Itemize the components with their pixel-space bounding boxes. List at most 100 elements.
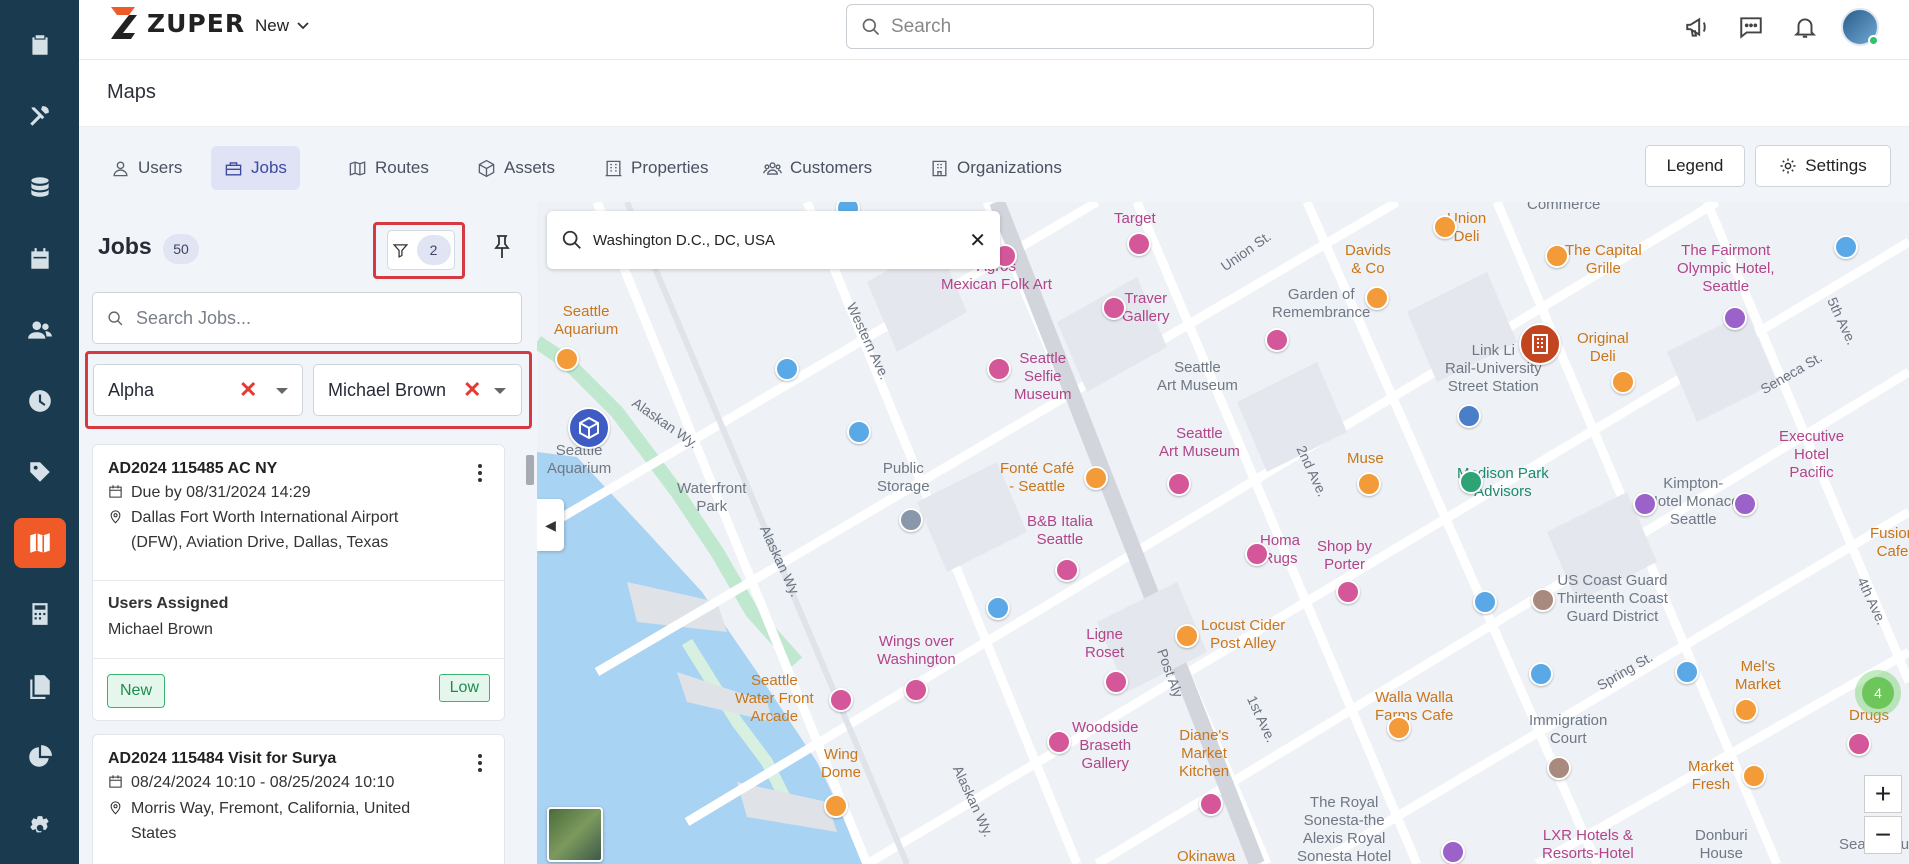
clear-location-icon[interactable]: ✕	[969, 228, 986, 253]
sidebar-item-invoices[interactable]	[14, 589, 66, 639]
poi-marker[interactable]	[1734, 698, 1758, 722]
poi-marker[interactable]	[1245, 542, 1269, 566]
map-label: Target	[1114, 210, 1156, 227]
cube-icon	[478, 159, 495, 177]
poi-marker[interactable]	[1733, 492, 1757, 516]
sidebar-item-schedule[interactable]	[14, 234, 66, 284]
legend-button-label: Legend	[1666, 156, 1724, 175]
poi-marker[interactable]	[1336, 580, 1360, 604]
poi-marker[interactable]	[1265, 328, 1289, 352]
poi-marker[interactable]	[1433, 215, 1457, 239]
poi-marker[interactable]	[555, 347, 579, 371]
user-filter-dropdown[interactable]: Michael Brown ✕	[313, 364, 522, 416]
poi-marker[interactable]	[1457, 404, 1481, 428]
chat-button[interactable]	[1733, 9, 1769, 45]
poi-marker[interactable]	[1531, 588, 1555, 612]
global-search	[846, 4, 1374, 49]
poi-marker[interactable]	[1365, 286, 1389, 310]
new-menu-button[interactable]: New	[255, 16, 309, 36]
satellite-view-toggle[interactable]	[547, 807, 603, 862]
zoom-out-button[interactable]: −	[1864, 816, 1902, 854]
divider	[93, 658, 504, 659]
poi-marker[interactable]	[1473, 590, 1497, 614]
poi-marker[interactable]	[986, 596, 1010, 620]
tab-organizations[interactable]: Organizations	[917, 146, 1075, 190]
map-location-input[interactable]	[593, 231, 973, 249]
poi-marker[interactable]	[1441, 840, 1465, 864]
notifications-button[interactable]	[1787, 9, 1823, 45]
jobs-list-scrollbar[interactable]	[525, 447, 535, 862]
sidebar-item-timesheet[interactable]	[14, 376, 66, 426]
sidebar-item-customers[interactable]	[14, 305, 66, 355]
zoom-in-button[interactable]: +	[1864, 775, 1902, 813]
poi-marker[interactable]	[1104, 670, 1128, 694]
property-marker[interactable]	[1519, 323, 1561, 365]
legend-button[interactable]: Legend	[1645, 145, 1745, 187]
clear-team-filter-icon[interactable]: ✕	[239, 377, 257, 403]
user-avatar[interactable]	[1841, 8, 1879, 46]
global-search-input[interactable]	[891, 15, 1331, 38]
sidebar-item-maps[interactable]	[13, 518, 66, 569]
job-card[interactable]: AD2024 115485 AC NY Due by 08/31/2024 14…	[92, 444, 505, 721]
logo-text: ZUPER	[147, 8, 246, 38]
sidebar-item-jobs-board[interactable]	[14, 20, 66, 70]
clear-user-filter-icon[interactable]: ✕	[463, 377, 481, 403]
filter-button[interactable]: 2	[387, 230, 455, 270]
poi-marker[interactable]	[1547, 756, 1571, 780]
tab-customers[interactable]: Customers	[750, 146, 885, 190]
poi-marker[interactable]	[1102, 296, 1126, 320]
poi-marker[interactable]	[899, 508, 923, 532]
sidebar-item-reports[interactable]	[14, 732, 66, 782]
poi-marker[interactable]	[1545, 244, 1569, 268]
sidebar-item-inventory[interactable]	[14, 162, 66, 212]
poi-marker[interactable]	[1675, 660, 1699, 684]
team-filter-dropdown[interactable]: Alpha ✕	[93, 364, 303, 416]
tab-jobs[interactable]: Jobs	[211, 146, 300, 190]
poi-marker[interactable]	[847, 420, 871, 444]
announcements-button[interactable]	[1679, 9, 1715, 45]
settings-button[interactable]: Settings	[1755, 145, 1891, 187]
poi-marker[interactable]	[1459, 470, 1483, 494]
tab-users[interactable]: Users	[98, 146, 195, 190]
job-card[interactable]: AD2024 115484 Visit for Surya 08/24/2024…	[92, 734, 505, 864]
poi-marker[interactable]	[1834, 235, 1858, 259]
poi-marker[interactable]	[1387, 716, 1411, 740]
pin-panel-button[interactable]	[492, 234, 512, 265]
tab-assets[interactable]: Assets	[464, 146, 568, 190]
poi-marker[interactable]	[1847, 732, 1871, 756]
tab-routes[interactable]: Routes	[335, 146, 442, 190]
poi-marker[interactable]	[1127, 232, 1151, 256]
poi-marker[interactable]	[829, 688, 853, 712]
poi-marker[interactable]	[824, 794, 848, 818]
poi-marker[interactable]	[1199, 792, 1223, 816]
collapse-panel-button[interactable]: ◀	[537, 499, 564, 551]
job-more-menu-icon[interactable]	[470, 461, 490, 485]
job-cluster-marker[interactable]: 4	[1855, 670, 1901, 716]
sidebar-item-settings[interactable]	[14, 803, 66, 853]
poi-marker[interactable]	[1175, 624, 1199, 648]
poi-marker[interactable]	[987, 357, 1011, 381]
poi-marker[interactable]	[1055, 558, 1079, 582]
job-search-input[interactable]	[136, 307, 496, 329]
sidebar-item-pricing[interactable]	[14, 447, 66, 497]
poi-marker[interactable]	[1611, 370, 1635, 394]
poi-marker[interactable]	[1357, 472, 1381, 496]
scrollbar-thumb[interactable]	[526, 455, 534, 485]
sidebar-item-documents[interactable]	[14, 661, 66, 711]
asset-marker[interactable]	[568, 407, 610, 449]
job-more-menu-icon[interactable]	[470, 751, 490, 775]
sidebar-item-tools[interactable]	[14, 91, 66, 141]
poi-marker[interactable]	[1633, 492, 1657, 516]
poi-marker[interactable]	[1084, 466, 1108, 490]
poi-marker[interactable]	[1529, 662, 1553, 686]
poi-marker[interactable]	[775, 357, 799, 381]
tab-properties[interactable]: Properties	[591, 146, 721, 190]
poi-marker[interactable]	[1742, 764, 1766, 788]
poi-marker[interactable]	[1167, 472, 1191, 496]
poi-marker[interactable]	[1047, 730, 1071, 754]
map-canvas[interactable]: Commerce Target Union Deli Union St. Dav…	[537, 202, 1909, 864]
job-due-date: Due by 08/31/2024 14:29	[108, 480, 311, 505]
poi-marker[interactable]	[1723, 306, 1747, 330]
zuper-logo[interactable]: ZUPER	[107, 3, 245, 43]
poi-marker[interactable]	[904, 678, 928, 702]
